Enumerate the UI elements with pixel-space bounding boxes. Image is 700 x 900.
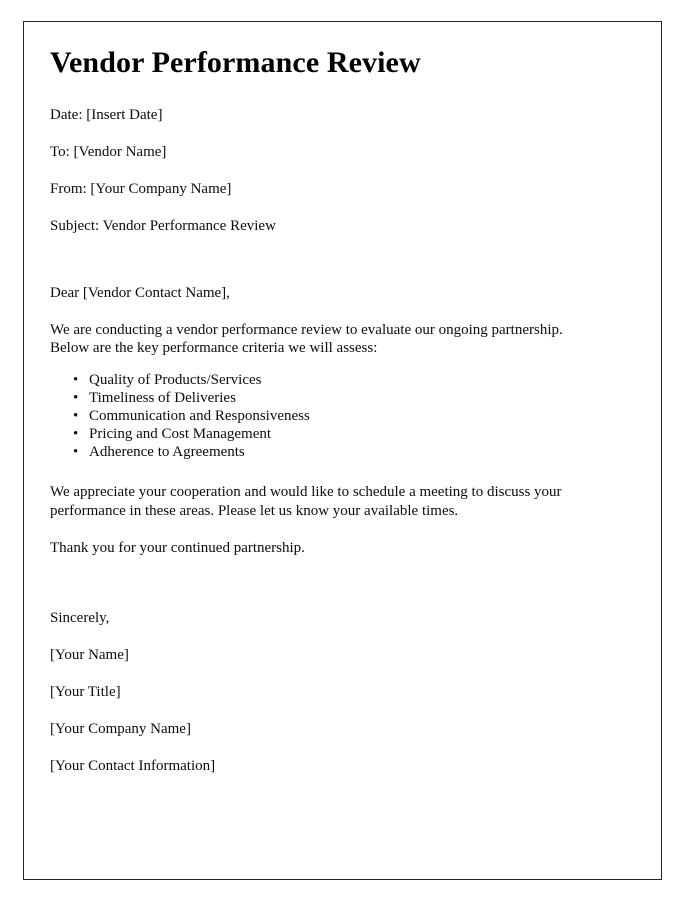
document-body: Vendor Performance Review Date: [Insert … — [50, 46, 599, 775]
meta-field-date: Date: [Insert Date] — [50, 106, 163, 123]
page-title: Vendor Performance Review — [50, 46, 421, 79]
request-paragraph: We appreciate your cooperation and would… — [50, 484, 562, 519]
salutation: Dear [Vendor Contact Name], — [50, 284, 230, 301]
signature-title: [Your Title] — [50, 684, 121, 701]
signature-company: [Your Company Name] — [50, 721, 191, 738]
signature-contact: [Your Contact Information] — [50, 758, 216, 775]
list-item: Pricing and Cost Management — [73, 425, 599, 443]
meta-field-from: From: [Your Company Name] — [50, 180, 232, 197]
document-page: Vendor Performance Review Date: [Insert … — [23, 21, 662, 880]
closing-line: Sincerely, — [50, 609, 110, 626]
meta-field-to: To: [Vendor Name] — [50, 143, 167, 160]
thanks-paragraph: Thank you for your continued partnership… — [50, 540, 305, 557]
criteria-list: Quality of Products/Services Timeliness … — [50, 371, 599, 461]
list-item: Adherence to Agreements — [73, 443, 599, 461]
intro-paragraph: We are conducting a vendor performance r… — [50, 321, 563, 357]
list-item: Timeliness of Deliveries — [73, 389, 599, 407]
signature-name: [Your Name] — [50, 647, 129, 664]
meta-field-subject: Subject: Vendor Performance Review — [50, 217, 276, 234]
list-item: Communication and Responsiveness — [73, 407, 599, 425]
list-item: Quality of Products/Services — [73, 371, 599, 389]
